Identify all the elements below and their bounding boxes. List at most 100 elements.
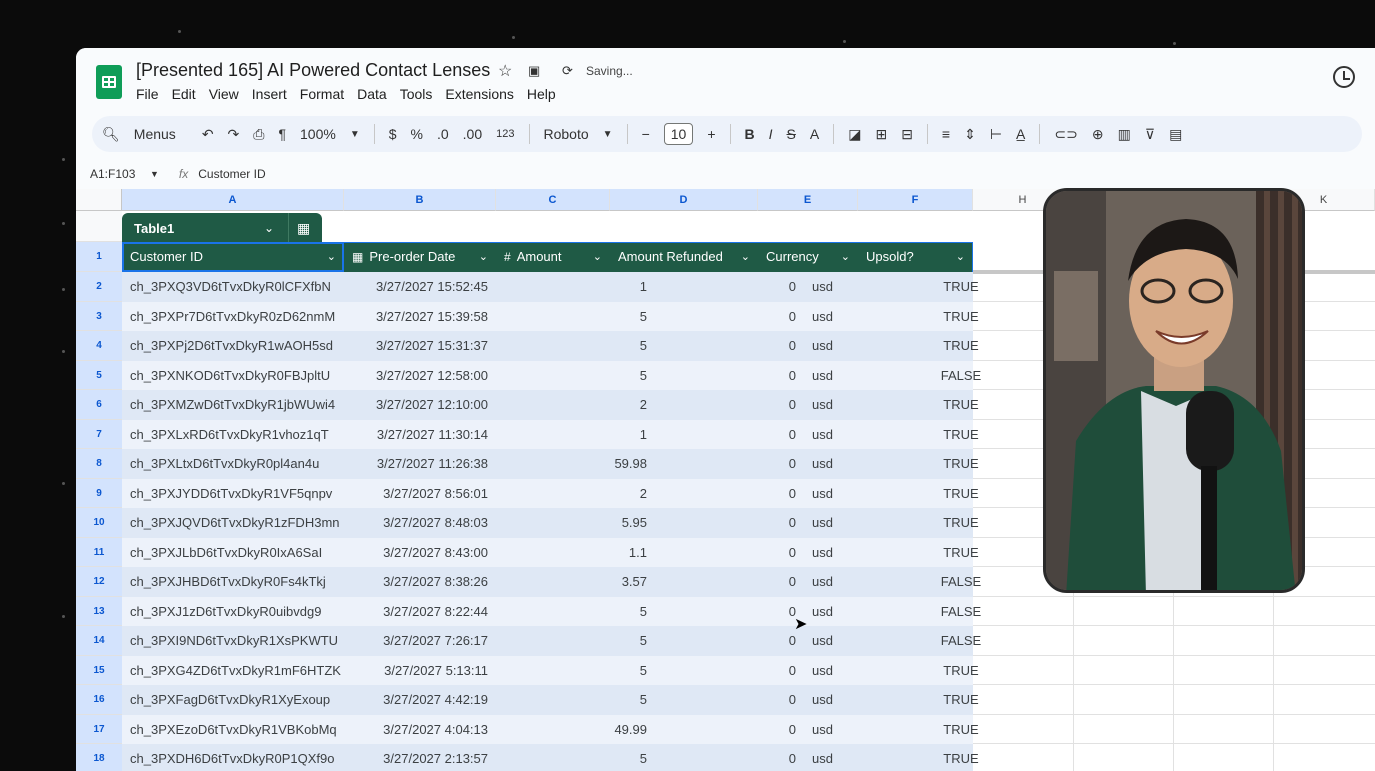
cell-amount-refunded[interactable]: 0 bbox=[656, 567, 796, 597]
table-row[interactable]: ch_3PXG4ZD6tTvxDkyR1mF6HTZK 3/27/2027 5:1… bbox=[122, 655, 979, 686]
row-header[interactable]: 5 bbox=[76, 360, 122, 390]
insert-chart-icon[interactable]: ▥ bbox=[1118, 126, 1131, 143]
cell-amount-refunded[interactable]: 0 bbox=[656, 538, 796, 568]
cell-customer-id[interactable]: ch_3PXG4ZD6tTvxDkyR1mF6HTZK bbox=[130, 656, 345, 686]
cell-amount[interactable]: 5 bbox=[497, 597, 647, 627]
cell-upsold[interactable]: TRUE bbox=[902, 538, 1020, 568]
percent-format-button[interactable]: % bbox=[411, 126, 423, 142]
cell-preorder-date[interactable]: 3/27/2027 12:58:00 bbox=[346, 361, 488, 391]
column-header-e[interactable]: E bbox=[758, 189, 858, 211]
star-icon[interactable]: ☆ bbox=[498, 61, 512, 81]
chevron-down-icon[interactable]: ⌄ bbox=[479, 242, 488, 272]
chevron-down-icon[interactable]: ⌄ bbox=[741, 242, 750, 272]
fill-color-icon[interactable]: ◪ bbox=[848, 126, 861, 143]
menu-view[interactable]: View bbox=[209, 86, 239, 102]
cell-upsold[interactable]: TRUE bbox=[902, 272, 1020, 302]
row-header[interactable]: 11 bbox=[76, 537, 122, 567]
cell-currency[interactable]: usd bbox=[812, 744, 892, 771]
table-row[interactable]: ch_3PXQ3VD6tTvxDkyR0lCFXfbN 3/27/2027 15:… bbox=[122, 272, 979, 302]
cell-amount-refunded[interactable]: 0 bbox=[656, 420, 796, 450]
strikethrough-icon[interactable]: S bbox=[787, 126, 796, 142]
row-header[interactable]: 1 bbox=[76, 242, 122, 272]
chevron-down-icon[interactable]: ▼ bbox=[350, 129, 360, 140]
insert-comment-icon[interactable]: ⊕ bbox=[1092, 126, 1104, 143]
undo-icon[interactable]: ↶ bbox=[202, 126, 214, 143]
row-header[interactable]: 4 bbox=[76, 331, 122, 361]
cell-preorder-date[interactable]: 3/27/2027 11:30:14 bbox=[346, 420, 488, 450]
cell-currency[interactable]: usd bbox=[812, 715, 892, 745]
cell-upsold[interactable]: TRUE bbox=[902, 331, 1020, 361]
cell-preorder-date[interactable]: 3/27/2027 7:26:17 bbox=[346, 626, 488, 656]
row-header[interactable]: 15 bbox=[76, 655, 122, 685]
cell-upsold[interactable]: FALSE bbox=[902, 361, 1020, 391]
cell-amount[interactable]: 3.57 bbox=[497, 567, 647, 597]
header-amount-refunded[interactable]: Amount Refunded ⌄ bbox=[610, 242, 758, 272]
table-summary-icon[interactable]: ▦ bbox=[288, 213, 318, 243]
redo-icon[interactable]: ↷ bbox=[228, 126, 240, 143]
print-icon[interactable]: ⎙ bbox=[253, 126, 264, 143]
cell-currency[interactable]: usd bbox=[812, 272, 892, 302]
table-row[interactable]: ch_3PXNKOD6tTvxDkyR0FBJpltU 3/27/2027 12:… bbox=[122, 360, 981, 391]
cell-preorder-date[interactable]: 3/27/2027 8:56:01 bbox=[346, 479, 488, 509]
chevron-down-icon[interactable]: ⌄ bbox=[841, 242, 850, 272]
sheets-logo-icon[interactable] bbox=[96, 65, 122, 99]
column-header-a[interactable]: A bbox=[122, 189, 344, 211]
column-header-c[interactable]: C bbox=[496, 189, 610, 211]
cell-currency[interactable]: usd bbox=[812, 449, 892, 479]
menu-help[interactable]: Help bbox=[527, 86, 556, 102]
cell-amount-refunded[interactable]: 0 bbox=[656, 597, 796, 627]
row-header[interactable]: 18 bbox=[76, 744, 122, 771]
decrease-font-size-button[interactable]: − bbox=[642, 126, 650, 142]
menu-edit[interactable]: Edit bbox=[172, 86, 196, 102]
cell-amount-refunded[interactable]: 0 bbox=[656, 685, 796, 715]
cell-amount[interactable]: 5 bbox=[497, 685, 647, 715]
cell-upsold[interactable]: TRUE bbox=[902, 420, 1020, 450]
cell-preorder-date[interactable]: 3/27/2027 4:42:19 bbox=[346, 685, 488, 715]
search-icon[interactable]: 🔍︎ bbox=[102, 126, 120, 143]
insert-link-icon[interactable]: ⊂⊃ bbox=[1054, 126, 1077, 143]
table-row[interactable]: ch_3PXFagD6tTvxDkyR1XyExoup 3/27/2027 4:4… bbox=[122, 685, 979, 715]
merge-cells-icon[interactable]: ⊟ bbox=[901, 126, 913, 143]
text-wrap-icon[interactable]: ⊢ bbox=[990, 126, 1002, 143]
chevron-down-icon[interactable]: ⌄ bbox=[956, 242, 965, 272]
row-header[interactable]: 10 bbox=[76, 508, 122, 538]
cell-customer-id[interactable]: ch_3PXPj2D6tTvxDkyR1wAOH5sd bbox=[130, 331, 345, 361]
row-header[interactable]: 9 bbox=[76, 478, 122, 508]
cell-amount-refunded[interactable]: 0 bbox=[656, 744, 796, 771]
menu-data[interactable]: Data bbox=[357, 86, 387, 102]
table-row[interactable]: ch_3PXI9ND6tTvxDkyR1XsPKWTU 3/27/2027 7:2… bbox=[122, 626, 981, 656]
cell-customer-id[interactable]: ch_3PXJLbD6tTvxDkyR0IxA6SaI bbox=[130, 538, 345, 568]
cell-amount-refunded[interactable]: 0 bbox=[656, 626, 796, 656]
cell-upsold[interactable]: TRUE bbox=[902, 479, 1020, 509]
row-header[interactable]: 14 bbox=[76, 626, 122, 656]
cell-customer-id[interactable]: ch_3PXLxRD6tTvxDkyR1vhoz1qT bbox=[130, 420, 345, 450]
cell-amount[interactable]: 5 bbox=[497, 331, 647, 361]
cell-currency[interactable]: usd bbox=[812, 479, 892, 509]
menus-search[interactable]: Menus bbox=[134, 126, 176, 142]
chevron-down-icon[interactable]: ⌄ bbox=[593, 242, 602, 272]
menu-file[interactable]: File bbox=[136, 86, 159, 102]
cell-upsold[interactable]: TRUE bbox=[902, 715, 1020, 745]
table-row[interactable]: ch_3PXDH6D6tTvxDkyR0P1QXf9o 3/27/2027 2:1… bbox=[122, 744, 979, 771]
table-row[interactable]: ch_3PXJYDD6tTvxDkyR1VF5qnpv 3/27/2027 8:5… bbox=[122, 478, 979, 509]
cell-upsold[interactable]: TRUE bbox=[902, 390, 1020, 420]
table-row[interactable]: ch_3PXPr7D6tTvxDkyR0zD62nmM 3/27/2027 15:… bbox=[122, 301, 979, 331]
cell-amount-refunded[interactable]: 0 bbox=[656, 272, 796, 302]
cell-customer-id[interactable]: ch_3PXMZwD6tTvxDkyR1jbWUwi4 bbox=[130, 390, 345, 420]
name-box[interactable]: A1:F103 bbox=[90, 167, 150, 181]
cell-customer-id[interactable]: ch_3PXLtxD6tTvxDkyR0pl4an4u bbox=[130, 449, 345, 479]
cell-amount[interactable]: 5 bbox=[497, 626, 647, 656]
cell-preorder-date[interactable]: 3/27/2027 8:22:44 bbox=[346, 597, 488, 627]
cell-customer-id[interactable]: ch_3PXEzoD6tTvxDkyR1VBKobMq bbox=[130, 715, 345, 745]
cell-customer-id[interactable]: ch_3PXI9ND6tTvxDkyR1XsPKWTU bbox=[130, 626, 345, 656]
cell-amount-refunded[interactable]: 0 bbox=[656, 715, 796, 745]
cell-upsold[interactable]: TRUE bbox=[902, 508, 1020, 538]
column-header-f[interactable]: F bbox=[858, 189, 973, 211]
decrease-decimal-button[interactable]: .0 bbox=[437, 126, 449, 142]
header-customer-id[interactable]: Customer ID ⌄ bbox=[122, 242, 344, 272]
cell-upsold[interactable]: FALSE bbox=[902, 597, 1020, 627]
row-header[interactable]: 6 bbox=[76, 390, 122, 420]
filter-icon[interactable]: ⊽ bbox=[1145, 126, 1155, 143]
borders-icon[interactable]: ⊞ bbox=[875, 126, 887, 143]
cell-preorder-date[interactable]: 3/27/2027 8:38:26 bbox=[346, 567, 488, 597]
